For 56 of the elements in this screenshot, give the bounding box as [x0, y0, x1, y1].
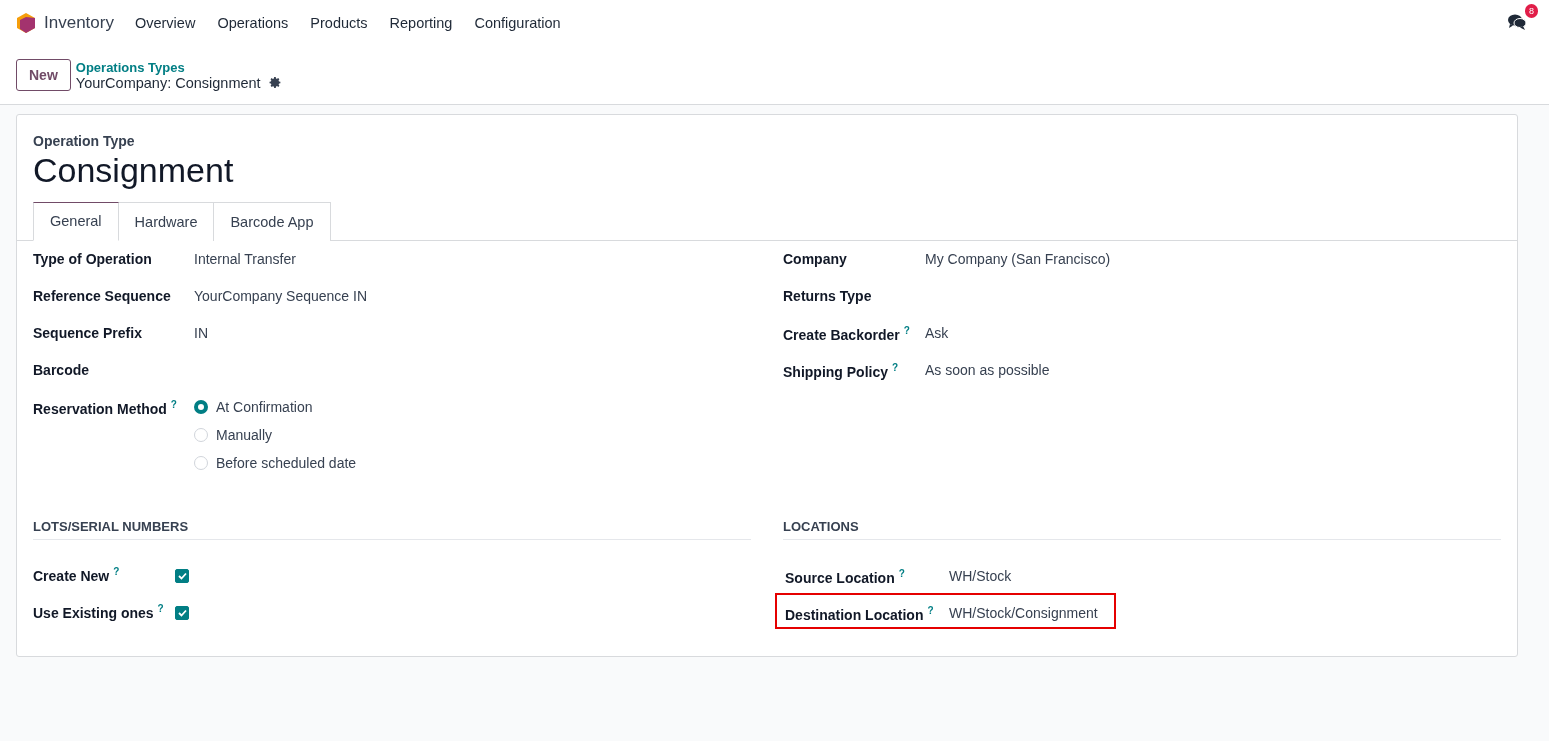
field-label: Shipping Policy — [783, 363, 888, 380]
record-name: YourCompany: Consignment — [75, 74, 261, 91]
field-label: Create New — [33, 567, 110, 584]
field-label: Returns Type — [783, 288, 872, 304]
menu-item[interactable]: Reporting — [378, 15, 464, 31]
app-logo-icon[interactable] — [16, 12, 36, 34]
field-value[interactable]: WH/Stock/Consignment — [949, 604, 1098, 621]
help-tooltip[interactable]: ? — [170, 399, 177, 410]
field-label: Source Location — [785, 569, 895, 586]
record-title: Consignment — [33, 151, 235, 190]
field-label: Type of Operation — [33, 251, 152, 267]
field-label: Company — [783, 251, 847, 267]
radio-button[interactable] — [194, 400, 208, 414]
menu-item[interactable]: Overview — [123, 15, 207, 31]
help-tooltip[interactable]: ? — [898, 568, 905, 579]
field-label: Barcode — [33, 362, 90, 378]
section-heading: LOTS/SERIAL NUMBERS — [33, 519, 751, 540]
field-value[interactable]: WH/Stock — [949, 568, 1097, 584]
help-tooltip[interactable]: ? — [927, 604, 934, 616]
field-label: Use Existing ones — [33, 604, 154, 621]
checkbox[interactable] — [175, 569, 189, 583]
field-value[interactable]: IN — [194, 325, 751, 341]
new-button[interactable]: New — [16, 59, 71, 91]
field-value[interactable]: Ask — [925, 325, 1501, 341]
chat-icon[interactable] — [1507, 13, 1527, 31]
field-caption: Operation Type — [33, 133, 136, 149]
field-value[interactable]: YourCompany Sequence IN — [194, 288, 751, 304]
field-value[interactable]: As soon as possible — [925, 362, 1501, 378]
field-label: Sequence Prefix — [33, 325, 142, 341]
field-label: Destination Location — [785, 606, 924, 623]
check-icon — [177, 609, 187, 617]
check-icon — [177, 572, 187, 580]
radio-label[interactable]: At Confirmation — [216, 399, 313, 415]
radio-label[interactable]: Manually — [216, 427, 273, 443]
help-tooltip[interactable]: ? — [903, 325, 910, 336]
help-tooltip[interactable]: ? — [157, 603, 164, 614]
tab[interactable]: Hardware — [118, 202, 215, 241]
field-label: Reference Sequence — [33, 288, 171, 304]
tab[interactable]: General — [33, 202, 119, 241]
settings-icon[interactable] — [268, 76, 282, 89]
field-label: Reservation Method — [33, 400, 167, 417]
tab[interactable]: Barcode App — [214, 202, 331, 241]
help-tooltip[interactable]: ? — [113, 566, 120, 577]
help-tooltip[interactable]: ? — [892, 362, 899, 373]
checkbox[interactable] — [175, 606, 189, 620]
field-value[interactable]: Internal Transfer — [194, 251, 751, 267]
menu-item[interactable]: Products — [299, 15, 379, 31]
section-heading: LOCATIONS — [783, 519, 1501, 540]
field-label: Create Backorder — [783, 326, 900, 343]
breadcrumb-link[interactable]: Operations Types — [75, 59, 282, 75]
field-value[interactable]: My Company (San Francisco) — [925, 251, 1501, 267]
notification-badge: 8 — [1525, 4, 1538, 18]
radio-label[interactable]: Before scheduled date — [216, 455, 357, 471]
menu-item[interactable]: Configuration — [463, 15, 572, 31]
menu-item[interactable]: Operations — [206, 15, 300, 31]
app-name[interactable]: Inventory — [44, 13, 114, 33]
